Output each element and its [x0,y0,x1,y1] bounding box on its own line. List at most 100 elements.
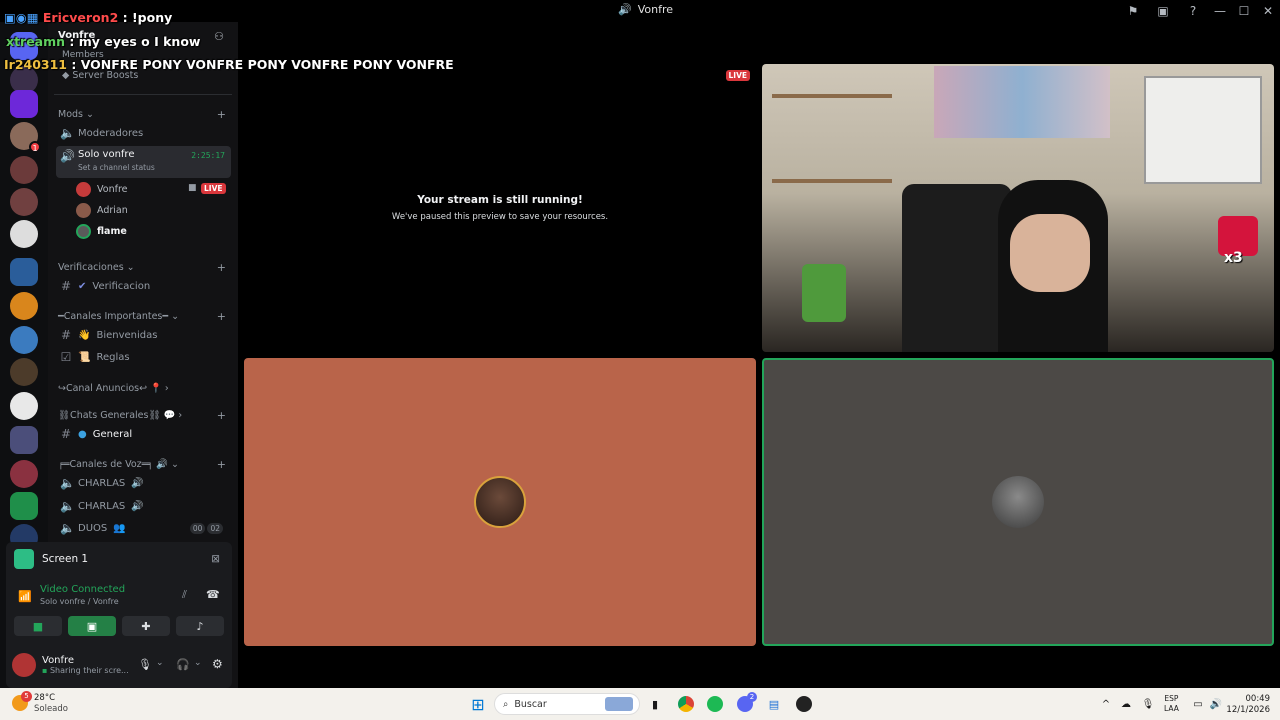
camera-button[interactable]: ■ [14,616,62,636]
server-icon[interactable] [10,292,38,320]
category-anuncios[interactable]: ↪Canal Anuncios↩ 📍 › [58,383,169,394]
category-voz[interactable]: ╒═Canales de Voz═╕ 🔊 ⌄ [58,459,179,470]
minimize-button[interactable]: — [1208,0,1232,22]
spotify-icon[interactable] [705,694,725,714]
language-indicator[interactable]: ESP LAA [1164,694,1179,714]
voice-user[interactable]: Adrian [76,201,128,219]
text-channel-bienvenidas[interactable]: # 👋 Bienvenidas [56,325,231,345]
voice-channel-solo-vonfre[interactable]: 🔊 Solo vonfre Set a channel status 2:25:… [56,146,231,178]
pin-icon: 📍 [150,383,162,394]
user-status: ▪ Sharing their scre... [42,666,129,675]
text-channel-verificacion[interactable]: # ✔ Verificacion [56,276,231,296]
mic-icon[interactable]: 🎙 [1138,694,1158,714]
disconnect-icon[interactable]: ☎ [206,588,220,601]
voice-channel-moderadores[interactable]: 🔈 Moderadores [56,123,231,143]
voice-channel-duos[interactable]: 🔈 DUOS 👥 00 02 [56,518,231,538]
server-icon[interactable]: 1 [10,122,41,153]
channel-status-hint[interactable]: Set a channel status [78,163,155,172]
server-icon[interactable] [10,90,38,118]
chrome-icon[interactable] [676,694,696,714]
add-channel-icon[interactable]: + [217,409,226,422]
task-view-icon[interactable]: ▮ [645,694,665,714]
chevron-right-icon: › [178,410,183,421]
category-generales[interactable]: ⛓Chats Generales⛓ 💬 › [58,410,182,421]
voice-channel-charlas[interactable]: 🔈 CHARLAS 🔊 [56,496,231,516]
voice-user[interactable]: Vonfre [76,180,127,198]
weather-text[interactable]: 28°C Soleado [34,693,68,715]
speaker-icon: 🔈 [60,521,75,535]
category-verificaciones[interactable]: Verificaciones ⌄ [58,262,135,273]
text-channel-reglas[interactable]: ☑ 📜 Reglas [56,347,231,367]
user-count: 00 02 [189,522,223,534]
text-channel-general[interactable]: # ● General [56,424,231,444]
notification-badge: 1 [29,141,41,153]
chat-overlay-line: xtreamn : my eyes o I know [6,34,201,49]
voice-channel-charlas[interactable]: 🔈 CHARLAS 🔊 [56,473,231,493]
divider [54,94,232,95]
server-icon[interactable] [10,358,38,386]
screen-share-icon[interactable]: ▣ [1148,0,1178,22]
chevron-down-icon[interactable]: ⌄ [156,658,164,668]
paused-subtitle: We've paused this preview to save your r… [391,212,609,222]
close-button[interactable]: ✕ [1256,0,1280,22]
onedrive-icon[interactable]: ☁ [1116,694,1136,714]
whiteboard [1144,76,1262,184]
chevron-down-icon: ⌄ [126,262,135,273]
add-channel-icon[interactable]: + [217,310,226,323]
weather-widget[interactable]: 5 [10,691,32,715]
chat-overlay-line: ▣◉▦ Ericveron2 : !pony [4,10,173,25]
add-friend-icon[interactable]: ⚇ [214,30,224,43]
add-channel-icon[interactable]: + [217,108,226,121]
add-channel-icon[interactable]: + [217,261,226,274]
server-icon[interactable] [10,188,38,216]
server-icon[interactable] [10,258,38,286]
chevron-up-icon[interactable]: ^ [1096,694,1116,714]
signal-icon[interactable]: 📶 [18,590,32,603]
chevron-down-icon: ⌄ [86,109,94,120]
maximize-button[interactable]: ☐ [1232,0,1256,22]
titlebar-controls: ⚑ ▣ ? — ☐ ✕ [1118,0,1280,22]
notification-badge: 2 [747,692,757,702]
server-icon[interactable] [10,220,38,248]
notepad-icon[interactable]: ▤ [764,694,784,714]
user-tile[interactable] [244,358,756,646]
shelf [772,94,892,98]
category-importantes[interactable]: ━Canales Importantes━ ⌄ [58,311,179,322]
server-icon[interactable] [10,156,38,184]
voice-user[interactable]: flame [76,222,127,240]
server-icon[interactable] [10,326,38,354]
avatar[interactable] [12,653,36,677]
clock[interactable]: 00:49 12/1/2026 [1226,694,1270,716]
chevron-down-icon[interactable]: ⌄ [194,658,202,668]
wave-icon: 👋 [78,329,91,341]
windows-start-icon[interactable]: ⊞ [468,694,488,714]
activities-button[interactable]: ✚ [122,616,170,636]
flag-icon[interactable]: ⚑ [1118,0,1148,22]
screen-share-header: Screen 1 ⊠ [6,542,232,576]
obs-icon[interactable] [794,694,814,714]
stop-stream-icon[interactable]: ⊠ [211,553,220,565]
add-channel-icon[interactable]: + [217,458,226,471]
noise-suppression-icon[interactable]: ⫽ [182,588,187,602]
speaker-icon: 🔈 [60,499,75,513]
display-icon[interactable]: ▭ [1188,694,1208,714]
connection-status: Video Connected Solo vonfre / Vonfre [40,584,126,606]
headphones-icon[interactable]: 🎧 [176,658,190,671]
gear-icon[interactable]: ⚙ [212,657,223,671]
folder-icon[interactable] [10,492,38,520]
user-tile-speaking[interactable] [762,358,1274,646]
camera-tile[interactable]: x3 [762,64,1274,352]
server-icon[interactable] [10,392,38,420]
server-icon[interactable] [10,460,38,488]
help-icon[interactable]: ? [1178,0,1208,22]
stream-tile[interactable]: Your stream is still running! We've paus… [244,64,756,352]
server-folder[interactable] [10,426,38,454]
screen-share-button[interactable]: ▣ [68,616,116,636]
category-mods[interactable]: Mods ⌄ [58,109,94,120]
discord-icon[interactable]: 2 [735,692,757,714]
soundboard-button[interactable]: ♪ [176,616,224,636]
mic-icon[interactable]: 🎙 [138,658,152,671]
speaker-icon: 🔈 [60,126,75,140]
search-box[interactable]: ⌕ Buscar [494,693,640,715]
volume-icon[interactable]: 🔊 [1206,694,1226,714]
